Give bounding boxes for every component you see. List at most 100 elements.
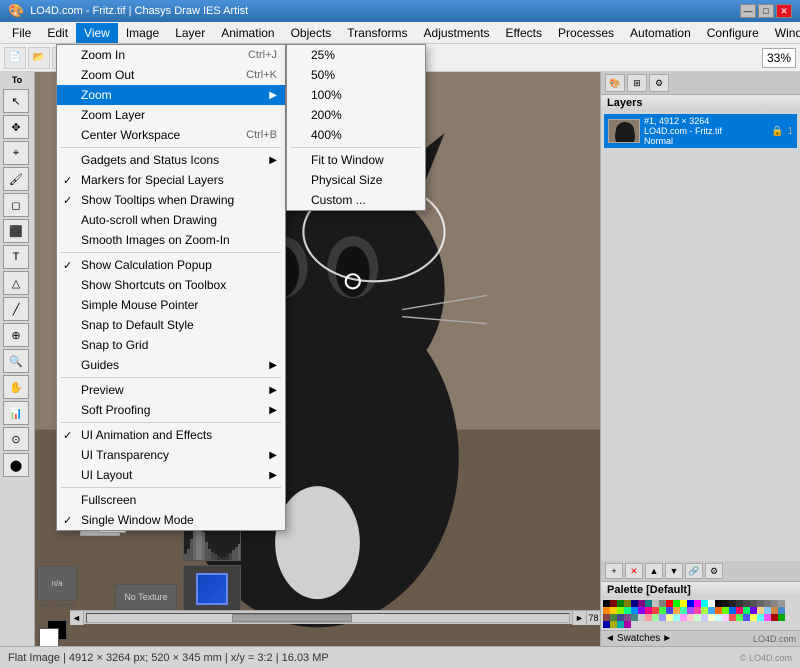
h-scroll-thumb[interactable] [232, 614, 353, 622]
palette-color[interactable] [680, 600, 687, 607]
tool-crop[interactable]: ⌖ [3, 141, 29, 165]
palette-color[interactable] [736, 607, 743, 614]
tool-misc1[interactable]: ⊙ [3, 427, 29, 451]
menu-snap-default[interactable]: Snap to Default Style [57, 315, 285, 335]
menu-adjustments[interactable]: Adjustments [416, 23, 498, 43]
palette-color[interactable] [603, 614, 610, 621]
palette-color[interactable] [701, 614, 708, 621]
palette-color[interactable] [771, 614, 778, 621]
palette-color[interactable] [778, 600, 785, 607]
palette-color[interactable] [708, 607, 715, 614]
layers-header[interactable]: Layers [601, 95, 800, 111]
palette-color[interactable] [701, 607, 708, 614]
menu-window[interactable]: Window [767, 23, 800, 43]
palette-color[interactable] [743, 607, 750, 614]
palette-color[interactable] [750, 600, 757, 607]
layer-down-btn[interactable]: ▼ [665, 563, 683, 579]
palette-color[interactable] [757, 600, 764, 607]
palette-color[interactable] [617, 614, 624, 621]
tool-line[interactable]: ╱ [3, 297, 29, 321]
palette-color[interactable] [708, 614, 715, 621]
palette-color[interactable] [666, 607, 673, 614]
tool-text[interactable]: T [3, 245, 29, 269]
menu-effects[interactable]: Effects [498, 23, 550, 43]
palette-color[interactable] [722, 600, 729, 607]
menu-center-workspace[interactable]: Center Workspace Ctrl+B [57, 125, 285, 145]
palette-color[interactable] [715, 607, 722, 614]
tool-brush[interactable]: 🖌 [3, 167, 29, 191]
menu-autoscroll[interactable]: Auto-scroll when Drawing [57, 210, 285, 230]
palette-color[interactable] [764, 607, 771, 614]
palette-color[interactable] [701, 600, 708, 607]
palette-color[interactable] [617, 621, 624, 628]
menu-automation[interactable]: Automation [622, 23, 699, 43]
palette-color[interactable] [624, 607, 631, 614]
palette-color[interactable] [680, 607, 687, 614]
palette-color[interactable] [729, 614, 736, 621]
view-menu[interactable]: Zoom In Ctrl+J Zoom Out Ctrl+K Zoom ▶ Zo… [56, 44, 286, 531]
nav-arrows[interactable]: ◄ Swatches ► [605, 633, 672, 644]
maximize-btn[interactable]: □ [758, 4, 774, 18]
tool-eyedrop[interactable]: ⊕ [3, 323, 29, 347]
tool-chart[interactable]: 📊 [3, 401, 29, 425]
palette-color[interactable] [617, 607, 624, 614]
palette-color[interactable] [694, 600, 701, 607]
menu-zoom-out[interactable]: Zoom Out Ctrl+K [57, 65, 285, 85]
palette-color[interactable] [659, 607, 666, 614]
layer-link-btn[interactable]: 🔗 [685, 563, 703, 579]
palette-color[interactable] [764, 600, 771, 607]
palette-color[interactable] [743, 614, 750, 621]
new-btn[interactable]: 📄 [4, 47, 26, 69]
menu-zoom-in[interactable]: Zoom In Ctrl+J [57, 45, 285, 65]
zoom-25[interactable]: 25% [287, 45, 425, 65]
menu-layer[interactable]: Layer [167, 23, 213, 43]
palette-color[interactable] [603, 621, 610, 628]
menu-image[interactable]: Image [118, 23, 167, 43]
menu-gadgets[interactable]: Gadgets and Status Icons ▶ [57, 150, 285, 170]
tool-misc2[interactable]: ⬤ [3, 453, 29, 477]
open-btn[interactable]: 📂 [28, 47, 50, 69]
palette-color[interactable] [694, 607, 701, 614]
palette-color[interactable] [652, 607, 659, 614]
close-btn[interactable]: ✕ [776, 4, 792, 18]
menu-markers[interactable]: Markers for Special Layers [57, 170, 285, 190]
palette-color[interactable] [750, 614, 757, 621]
palette-color[interactable] [659, 614, 666, 621]
palette-color[interactable] [610, 621, 617, 628]
panel-btn-2[interactable]: ⊞ [627, 74, 647, 92]
palette-color[interactable] [687, 600, 694, 607]
palette-color[interactable] [603, 607, 610, 614]
zoom-100[interactable]: 100% [287, 85, 425, 105]
palette-color[interactable] [624, 600, 631, 607]
zoom-200[interactable]: 200% [287, 105, 425, 125]
h-scroll-track[interactable] [86, 613, 570, 623]
palette-color[interactable] [757, 607, 764, 614]
palette-color[interactable] [771, 607, 778, 614]
palette-color[interactable] [638, 600, 645, 607]
palette-color[interactable] [610, 607, 617, 614]
palette-color[interactable] [729, 607, 736, 614]
palette-color[interactable] [715, 600, 722, 607]
menu-file[interactable]: File [4, 23, 39, 43]
panel-btn-1[interactable]: 🎨 [605, 74, 625, 92]
palette-color[interactable] [610, 614, 617, 621]
palette-color[interactable] [673, 600, 680, 607]
palette-color[interactable] [631, 607, 638, 614]
palette-color[interactable] [687, 607, 694, 614]
palette-color[interactable] [715, 614, 722, 621]
palette-color[interactable] [743, 600, 750, 607]
palette-color[interactable] [610, 600, 617, 607]
layer-add-btn[interactable]: + [605, 563, 623, 579]
palette-color[interactable] [638, 614, 645, 621]
menu-guides[interactable]: Guides ▶ [57, 355, 285, 375]
palette-color[interactable] [778, 614, 785, 621]
palette-color[interactable] [617, 600, 624, 607]
palette-color[interactable] [673, 614, 680, 621]
zoom-submenu[interactable]: 25% 50% 100% 200% 400% Fit to Window Phy… [286, 44, 426, 211]
palette-color[interactable] [645, 600, 652, 607]
window-controls[interactable]: — □ ✕ [740, 4, 792, 18]
palette-color[interactable] [624, 614, 631, 621]
menu-mouse-pointer[interactable]: Simple Mouse Pointer [57, 295, 285, 315]
menu-configure[interactable]: Configure [699, 23, 767, 43]
menu-tooltips[interactable]: Show Tooltips when Drawing [57, 190, 285, 210]
